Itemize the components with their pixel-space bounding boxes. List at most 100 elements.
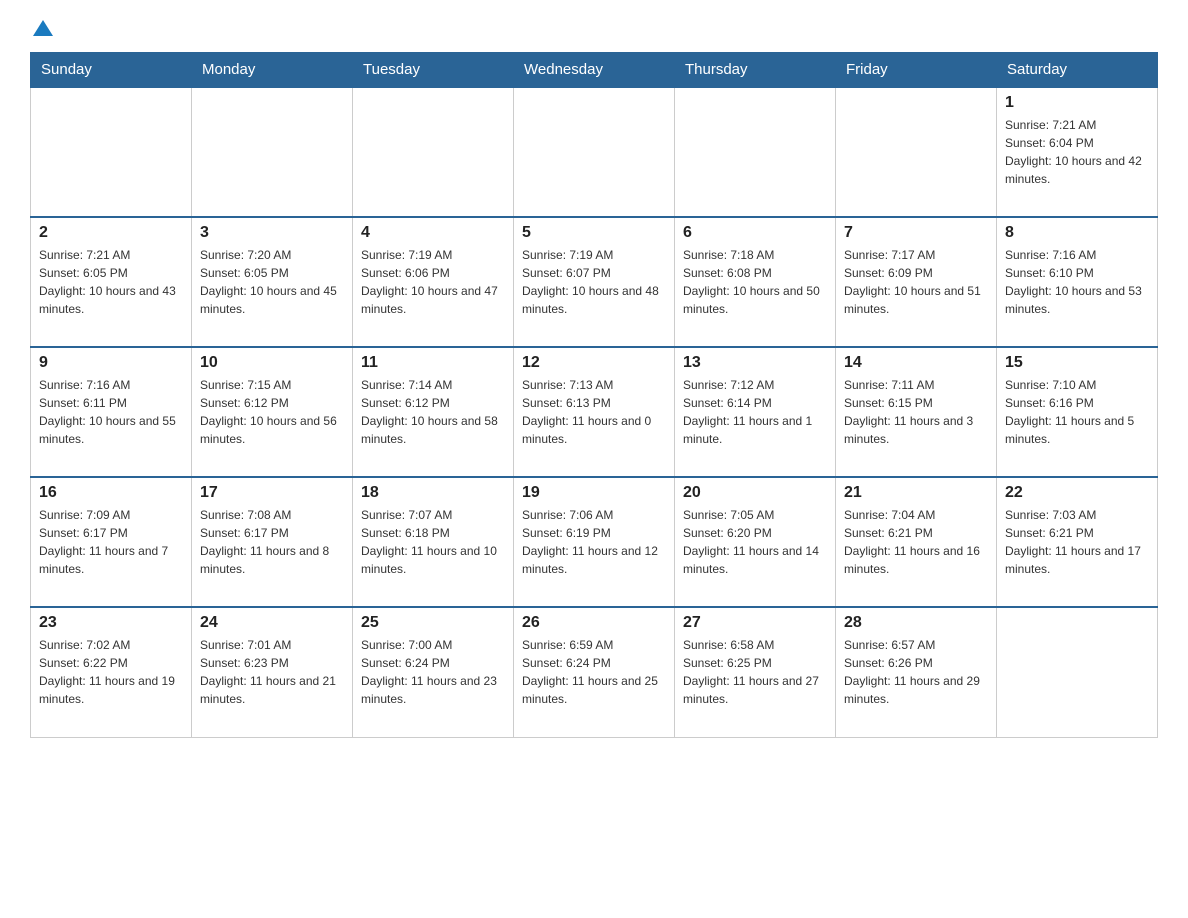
logo-triangle-icon — [33, 20, 53, 36]
calendar-header: SundayMondayTuesdayWednesdayThursdayFrid… — [31, 53, 1158, 88]
day-sun-info: Sunrise: 7:04 AM Sunset: 6:21 PM Dayligh… — [844, 506, 988, 578]
calendar-week-row: 16 Sunrise: 7:09 AM Sunset: 6:17 PM Dayli… — [31, 477, 1158, 607]
day-sun-info: Sunrise: 7:03 AM Sunset: 6:21 PM Dayligh… — [1005, 506, 1149, 578]
day-sun-info: Sunrise: 7:11 AM Sunset: 6:15 PM Dayligh… — [844, 376, 988, 448]
day-of-week-header: Monday — [192, 53, 353, 88]
day-sun-info: Sunrise: 7:21 AM Sunset: 6:05 PM Dayligh… — [39, 246, 183, 318]
calendar-week-row: 9 Sunrise: 7:16 AM Sunset: 6:11 PM Daylig… — [31, 347, 1158, 477]
day-number: 18 — [361, 484, 505, 502]
day-number: 22 — [1005, 484, 1149, 502]
calendar-cell — [514, 87, 675, 217]
day-number: 2 — [39, 224, 183, 242]
calendar-body: 1 Sunrise: 7:21 AM Sunset: 6:04 PM Daylig… — [31, 87, 1158, 737]
day-number: 12 — [522, 354, 666, 372]
day-number: 15 — [1005, 354, 1149, 372]
calendar-week-row: 1 Sunrise: 7:21 AM Sunset: 6:04 PM Daylig… — [31, 87, 1158, 217]
day-sun-info: Sunrise: 7:07 AM Sunset: 6:18 PM Dayligh… — [361, 506, 505, 578]
day-number: 21 — [844, 484, 988, 502]
day-number: 3 — [200, 224, 344, 242]
calendar-cell: 16 Sunrise: 7:09 AM Sunset: 6:17 PM Dayli… — [31, 477, 192, 607]
day-of-week-header: Friday — [836, 53, 997, 88]
calendar-cell: 14 Sunrise: 7:11 AM Sunset: 6:15 PM Dayli… — [836, 347, 997, 477]
day-sun-info: Sunrise: 7:09 AM Sunset: 6:17 PM Dayligh… — [39, 506, 183, 578]
day-number: 1 — [1005, 94, 1149, 112]
day-number: 27 — [683, 614, 827, 632]
calendar-cell: 24 Sunrise: 7:01 AM Sunset: 6:23 PM Dayli… — [192, 607, 353, 737]
calendar-cell — [675, 87, 836, 217]
calendar-cell: 6Sunrise: 7:18 AM Sunset: 6:08 PM Daylig… — [675, 217, 836, 347]
day-sun-info: Sunrise: 7:19 AM Sunset: 6:06 PM Dayligh… — [361, 246, 505, 318]
day-sun-info: Sunrise: 6:58 AM Sunset: 6:25 PM Dayligh… — [683, 636, 827, 708]
day-sun-info: Sunrise: 7:06 AM Sunset: 6:19 PM Dayligh… — [522, 506, 666, 578]
calendar-cell — [353, 87, 514, 217]
day-number: 24 — [200, 614, 344, 632]
day-sun-info: Sunrise: 7:15 AM Sunset: 6:12 PM Dayligh… — [200, 376, 344, 448]
day-sun-info: Sunrise: 7:21 AM Sunset: 6:04 PM Dayligh… — [1005, 116, 1149, 188]
day-number: 26 — [522, 614, 666, 632]
day-of-week-header: Wednesday — [514, 53, 675, 88]
calendar-cell: 9 Sunrise: 7:16 AM Sunset: 6:11 PM Daylig… — [31, 347, 192, 477]
calendar-cell — [192, 87, 353, 217]
day-number: 11 — [361, 354, 505, 372]
day-sun-info: Sunrise: 7:10 AM Sunset: 6:16 PM Dayligh… — [1005, 376, 1149, 448]
calendar-cell: 20Sunrise: 7:05 AM Sunset: 6:20 PM Dayli… — [675, 477, 836, 607]
calendar-cell — [31, 87, 192, 217]
calendar-cell — [836, 87, 997, 217]
calendar-cell: 15 Sunrise: 7:10 AM Sunset: 6:16 PM Dayli… — [997, 347, 1158, 477]
calendar-cell: 8 Sunrise: 7:16 AM Sunset: 6:10 PM Daylig… — [997, 217, 1158, 347]
day-number: 23 — [39, 614, 183, 632]
day-sun-info: Sunrise: 7:13 AM Sunset: 6:13 PM Dayligh… — [522, 376, 666, 448]
day-number: 17 — [200, 484, 344, 502]
day-number: 7 — [844, 224, 988, 242]
page-header — [30, 20, 1158, 42]
day-number: 10 — [200, 354, 344, 372]
calendar-cell: 3 Sunrise: 7:20 AM Sunset: 6:05 PM Daylig… — [192, 217, 353, 347]
days-of-week-row: SundayMondayTuesdayWednesdayThursdayFrid… — [31, 53, 1158, 88]
day-number: 8 — [1005, 224, 1149, 242]
day-sun-info: Sunrise: 7:17 AM Sunset: 6:09 PM Dayligh… — [844, 246, 988, 318]
day-sun-info: Sunrise: 6:57 AM Sunset: 6:26 PM Dayligh… — [844, 636, 988, 708]
calendar-cell: 4 Sunrise: 7:19 AM Sunset: 6:06 PM Daylig… — [353, 217, 514, 347]
day-sun-info: Sunrise: 7:16 AM Sunset: 6:10 PM Dayligh… — [1005, 246, 1149, 318]
calendar-cell: 11 Sunrise: 7:14 AM Sunset: 6:12 PM Dayli… — [353, 347, 514, 477]
calendar-cell: 13 Sunrise: 7:12 AM Sunset: 6:14 PM Dayli… — [675, 347, 836, 477]
day-of-week-header: Sunday — [31, 53, 192, 88]
calendar-cell: 1 Sunrise: 7:21 AM Sunset: 6:04 PM Daylig… — [997, 87, 1158, 217]
calendar-cell: 17 Sunrise: 7:08 AM Sunset: 6:17 PM Dayli… — [192, 477, 353, 607]
day-sun-info: Sunrise: 7:14 AM Sunset: 6:12 PM Dayligh… — [361, 376, 505, 448]
calendar-week-row: 23 Sunrise: 7:02 AM Sunset: 6:22 PM Dayli… — [31, 607, 1158, 737]
day-sun-info: Sunrise: 7:18 AM Sunset: 6:08 PM Dayligh… — [683, 246, 827, 318]
day-sun-info: Sunrise: 7:16 AM Sunset: 6:11 PM Dayligh… — [39, 376, 183, 448]
calendar-cell: 19Sunrise: 7:06 AM Sunset: 6:19 PM Dayli… — [514, 477, 675, 607]
calendar-cell: 28 Sunrise: 6:57 AM Sunset: 6:26 PM Dayli… — [836, 607, 997, 737]
day-sun-info: Sunrise: 7:01 AM Sunset: 6:23 PM Dayligh… — [200, 636, 344, 708]
calendar-cell: 12 Sunrise: 7:13 AM Sunset: 6:13 PM Dayli… — [514, 347, 675, 477]
day-of-week-header: Thursday — [675, 53, 836, 88]
day-number: 4 — [361, 224, 505, 242]
day-sun-info: Sunrise: 6:59 AM Sunset: 6:24 PM Dayligh… — [522, 636, 666, 708]
day-number: 16 — [39, 484, 183, 502]
calendar-cell: 18 Sunrise: 7:07 AM Sunset: 6:18 PM Dayli… — [353, 477, 514, 607]
calendar-cell: 10 Sunrise: 7:15 AM Sunset: 6:12 PM Dayli… — [192, 347, 353, 477]
day-sun-info: Sunrise: 7:08 AM Sunset: 6:17 PM Dayligh… — [200, 506, 344, 578]
calendar-cell: 21 Sunrise: 7:04 AM Sunset: 6:21 PM Dayli… — [836, 477, 997, 607]
day-number: 5 — [522, 224, 666, 242]
calendar-cell: 23 Sunrise: 7:02 AM Sunset: 6:22 PM Dayli… — [31, 607, 192, 737]
day-number: 9 — [39, 354, 183, 372]
day-sun-info: Sunrise: 7:02 AM Sunset: 6:22 PM Dayligh… — [39, 636, 183, 708]
logo — [30, 20, 53, 42]
day-number: 14 — [844, 354, 988, 372]
day-of-week-header: Tuesday — [353, 53, 514, 88]
calendar-cell: 2 Sunrise: 7:21 AM Sunset: 6:05 PM Daylig… — [31, 217, 192, 347]
calendar-cell: 26 Sunrise: 6:59 AM Sunset: 6:24 PM Dayli… — [514, 607, 675, 737]
day-number: 13 — [683, 354, 827, 372]
calendar-table: SundayMondayTuesdayWednesdayThursdayFrid… — [30, 52, 1158, 738]
calendar-week-row: 2 Sunrise: 7:21 AM Sunset: 6:05 PM Daylig… — [31, 217, 1158, 347]
day-sun-info: Sunrise: 7:12 AM Sunset: 6:14 PM Dayligh… — [683, 376, 827, 448]
calendar-cell — [997, 607, 1158, 737]
day-sun-info: Sunrise: 7:19 AM Sunset: 6:07 PM Dayligh… — [522, 246, 666, 318]
day-sun-info: Sunrise: 7:20 AM Sunset: 6:05 PM Dayligh… — [200, 246, 344, 318]
day-number: 28 — [844, 614, 988, 632]
day-number: 20 — [683, 484, 827, 502]
day-of-week-header: Saturday — [997, 53, 1158, 88]
